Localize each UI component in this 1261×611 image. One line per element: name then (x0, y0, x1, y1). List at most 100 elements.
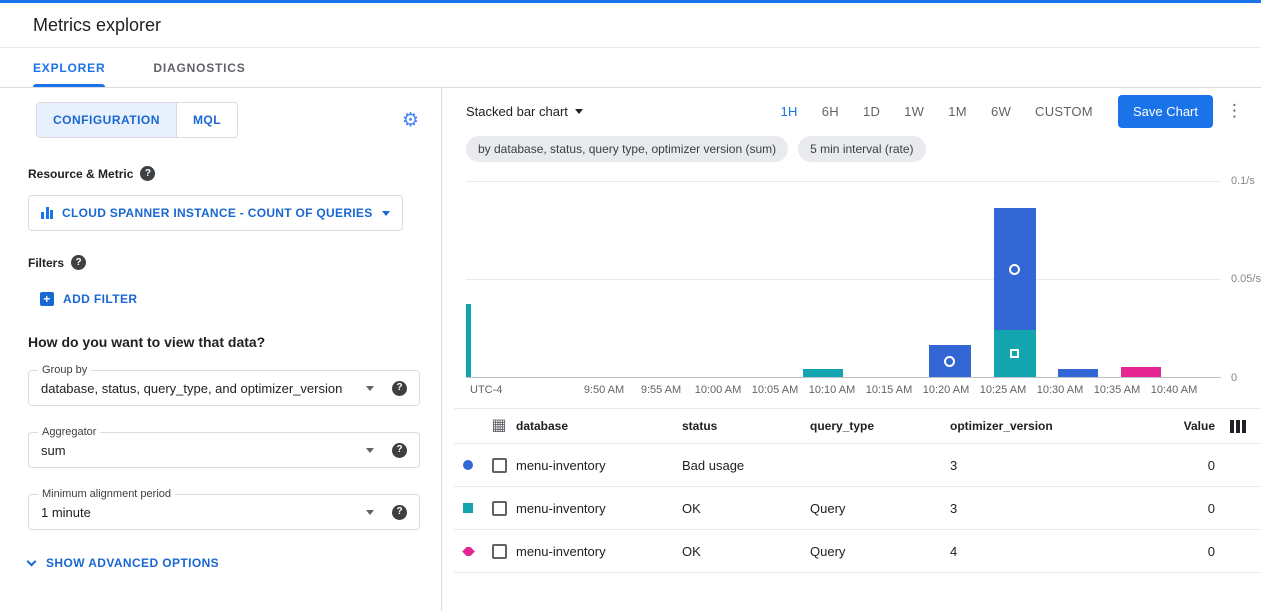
status-cell: OK (682, 501, 810, 516)
chart-bar[interactable] (466, 304, 471, 377)
column-header-status[interactable]: status (682, 419, 810, 433)
x-tick-label: 10:40 AM (1151, 384, 1197, 396)
filters-help-icon[interactable]: ? (71, 255, 86, 270)
aggregator-help-icon[interactable]: ? (392, 443, 407, 458)
group-by-help-icon[interactable]: ? (392, 381, 407, 396)
chart-type-label: Stacked bar chart (466, 104, 568, 119)
legend-table-row[interactable]: menu-inventoryBad usage30 (454, 444, 1261, 487)
aggregator-select[interactable]: Aggregator sum ? (28, 432, 420, 468)
legend-table: ▦ database status query_type optimizer_v… (454, 408, 1261, 573)
chart-plot: 0.1/s0.05/s0 (466, 181, 1221, 378)
range-button-1m[interactable]: 1M (939, 98, 976, 125)
chevron-down-icon (575, 109, 583, 114)
status-cell: OK (682, 544, 810, 559)
series-diamond-marker-icon (462, 547, 475, 556)
bar-segment[interactable] (803, 369, 843, 377)
bar-segment[interactable] (929, 345, 971, 377)
select-all-grid-icon[interactable]: ▦ (491, 418, 506, 434)
chevron-down-icon[interactable] (366, 386, 374, 391)
min-alignment-help-icon[interactable]: ? (392, 505, 407, 520)
range-button-1d[interactable]: 1D (854, 98, 889, 125)
configuration-panel: CONFIGURATION MQL ⚙ Resource & Metric ? … (0, 88, 442, 611)
bar-segment[interactable] (466, 304, 471, 377)
row-checkbox[interactable] (492, 458, 507, 473)
column-header-query-type[interactable]: query_type (810, 419, 950, 433)
metric-selector-label: CLOUD SPANNER INSTANCE - COUNT OF QUERIE… (62, 206, 373, 220)
range-buttons: 1H6H1D1W1M6WCUSTOM (772, 98, 1102, 125)
chart-type-selector[interactable]: Stacked bar chart (466, 104, 583, 119)
row-checkbox[interactable] (492, 544, 507, 559)
series-circle-marker-icon (463, 460, 473, 470)
column-settings-icon[interactable] (1230, 420, 1246, 433)
metric-chart-icon (41, 207, 53, 219)
add-filter-label: ADD FILTER (63, 292, 137, 306)
chart-bar[interactable] (803, 369, 843, 377)
x-tick-label: 10:35 AM (1094, 384, 1140, 396)
bar-segment[interactable] (1121, 367, 1161, 377)
add-filter-button[interactable]: + ADD FILTER (40, 292, 421, 306)
x-tick-label: 10:05 AM (752, 384, 798, 396)
gridline (466, 279, 1221, 280)
legend-table-row[interactable]: menu-inventoryOKQuery40 (454, 530, 1261, 573)
metric-selector-button[interactable]: CLOUD SPANNER INSTANCE - COUNT OF QUERIE… (28, 195, 403, 231)
range-button-custom[interactable]: CUSTOM (1026, 98, 1102, 125)
column-header-value[interactable]: Value (1145, 419, 1215, 433)
more-options-kebab-icon[interactable]: ⋮ (1226, 101, 1243, 121)
bar-segment[interactable] (994, 208, 1036, 330)
optimizer-version-cell: 3 (950, 458, 1145, 473)
x-tick-label: UTC-4 (470, 384, 502, 396)
settings-gear-icon[interactable]: ⚙ (402, 111, 419, 130)
legend-table-header: ▦ database status query_type optimizer_v… (454, 408, 1261, 444)
configuration-tab-button[interactable]: CONFIGURATION (37, 103, 176, 137)
range-button-6w[interactable]: 6W (982, 98, 1020, 125)
chevron-down-icon[interactable] (366, 510, 374, 515)
group-by-label: Group by (38, 364, 91, 376)
chart-bar[interactable] (1121, 367, 1161, 377)
chart-bar[interactable] (929, 345, 971, 377)
filters-label-row: Filters ? (28, 255, 421, 270)
database-cell: menu-inventory (516, 544, 682, 559)
bar-segment[interactable] (994, 330, 1036, 377)
y-tick-label: 0 (1231, 372, 1237, 384)
save-chart-button[interactable]: Save Chart (1118, 95, 1213, 128)
app-header: Metrics explorer (0, 3, 1261, 48)
add-box-icon: + (40, 292, 54, 306)
chart-chip[interactable]: 5 min interval (rate) (798, 136, 925, 162)
show-advanced-options-button[interactable]: SHOW ADVANCED OPTIONS (28, 556, 421, 570)
resource-metric-label: Resource & Metric (28, 167, 133, 181)
chevron-down-icon[interactable] (366, 448, 374, 453)
range-button-6h[interactable]: 6H (813, 98, 848, 125)
tab-diagnostics[interactable]: DIAGNOSTICS (153, 48, 245, 87)
x-tick-label: 10:30 AM (1037, 384, 1083, 396)
x-tick-label: 10:10 AM (809, 384, 855, 396)
filters-label: Filters (28, 256, 64, 270)
x-tick-label: 10:20 AM (923, 384, 969, 396)
x-axis-labels: UTC-49:50 AM9:55 AM10:00 AM10:05 AM10:10… (466, 384, 1221, 400)
mql-tab-button[interactable]: MQL (176, 103, 237, 137)
tab-explorer[interactable]: EXPLORER (33, 48, 105, 87)
x-tick-label: 10:00 AM (695, 384, 741, 396)
series-square-marker-icon (463, 503, 473, 513)
bar-marker-square (1010, 349, 1019, 358)
bar-marker-circle (944, 356, 955, 367)
database-cell: menu-inventory (516, 501, 682, 516)
chart-bar[interactable] (994, 208, 1036, 377)
page-title: Metrics explorer (33, 15, 161, 36)
column-header-optimizer-version[interactable]: optimizer_version (950, 419, 1145, 433)
row-checkbox[interactable] (492, 501, 507, 516)
config-mode-toggle: CONFIGURATION MQL (36, 102, 238, 138)
range-button-1h[interactable]: 1H (772, 98, 807, 125)
chart-bar[interactable] (1058, 369, 1098, 377)
min-alignment-select[interactable]: Minimum alignment period 1 minute ? (28, 494, 420, 530)
database-cell: menu-inventory (516, 458, 682, 473)
range-button-1w[interactable]: 1W (895, 98, 933, 125)
aggregator-value: sum (41, 443, 358, 458)
group-by-select[interactable]: Group by database, status, query_type, a… (28, 370, 420, 406)
chart-chip[interactable]: by database, status, query type, optimiz… (466, 136, 788, 162)
legend-table-row[interactable]: menu-inventoryOKQuery30 (454, 487, 1261, 530)
resource-metric-help-icon[interactable]: ? (140, 166, 155, 181)
main-content: CONFIGURATION MQL ⚙ Resource & Metric ? … (0, 88, 1261, 611)
bar-segment[interactable] (1058, 369, 1098, 377)
gridline (466, 181, 1221, 182)
column-header-database[interactable]: database (516, 419, 682, 433)
